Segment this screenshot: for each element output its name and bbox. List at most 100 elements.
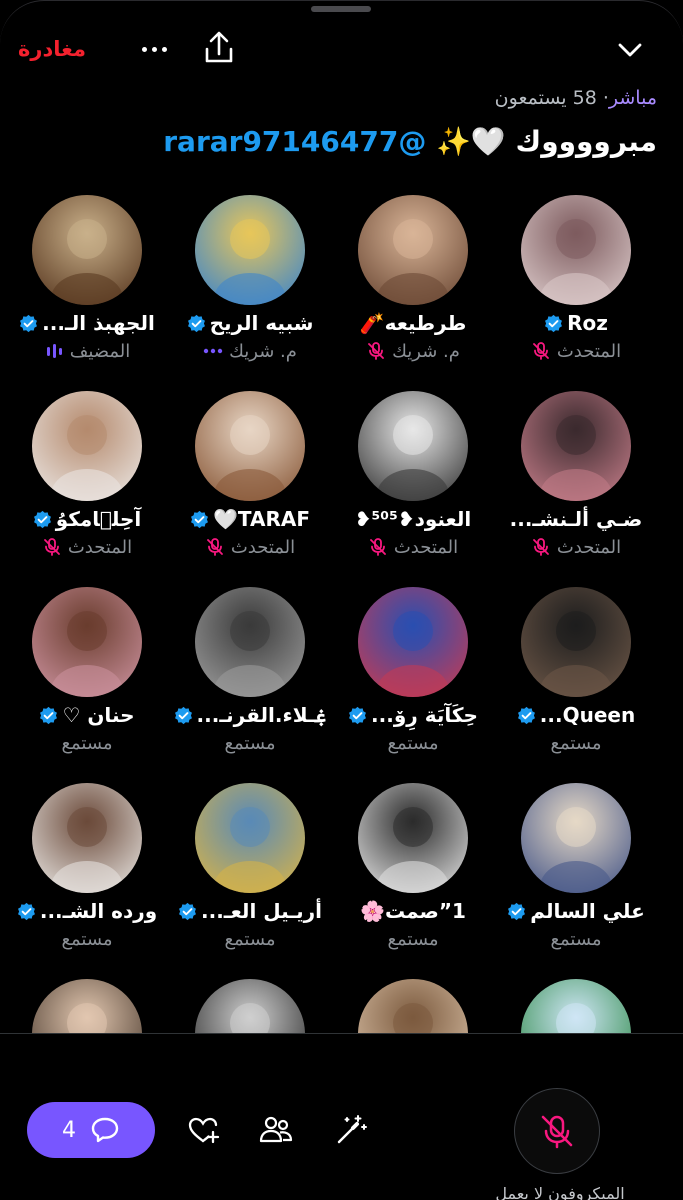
participant-name: الجهبذ الـ... bbox=[42, 311, 155, 335]
participant-card[interactable]: حِكَآيَة رِۆ... مستمع bbox=[332, 585, 494, 781]
participant-card[interactable]: Roz المتحدث bbox=[495, 193, 657, 389]
verified-badge-icon bbox=[33, 510, 51, 528]
participant-card[interactable]: أريـيل العـ... مستمع bbox=[169, 781, 331, 977]
verified-badge-icon bbox=[17, 902, 35, 920]
participant-name-row: آحِلۤامكوُ bbox=[6, 505, 168, 533]
avatar[interactable] bbox=[521, 979, 631, 1033]
verified-badge-icon bbox=[174, 706, 192, 724]
space-title-handle[interactable]: @rarar97146477 bbox=[163, 125, 426, 158]
share-icon[interactable] bbox=[200, 29, 238, 67]
participant-role-row: م. شريك bbox=[169, 339, 331, 363]
verified-badge-icon bbox=[508, 902, 526, 920]
participant-name: ضـي ألـنشـ... bbox=[509, 507, 643, 531]
participant-card[interactable]: ضـي ألـنشـ... المتحدث bbox=[495, 389, 657, 585]
verified-badge-icon bbox=[545, 314, 563, 332]
avatar[interactable] bbox=[32, 195, 142, 305]
participant-name-row: ورده الشـ... bbox=[6, 897, 168, 925]
participant-card[interactable]: ۼـلاء.القرنـ... مستمع bbox=[169, 585, 331, 781]
participant-card[interactable]: الجهبذ الـ... المضيف bbox=[6, 193, 168, 389]
participant-card[interactable] bbox=[332, 977, 494, 1033]
verified-badge-icon bbox=[191, 510, 208, 528]
participant-name-row: ضـي ألـنشـ... bbox=[495, 505, 657, 533]
participant-role: المتحدث bbox=[393, 536, 459, 558]
participant-name-row: حنان ♡ bbox=[6, 701, 168, 729]
avatar[interactable] bbox=[521, 783, 631, 893]
participant-role: المضيف bbox=[69, 340, 131, 362]
participant-card[interactable]: آحِلۤامكوُ المتحدث bbox=[6, 389, 168, 585]
participant-name: آحِلۤامكوُ bbox=[55, 507, 142, 531]
participant-card[interactable]: شبيه الريح م. شريك bbox=[169, 193, 331, 389]
participant-role-row: مستمع bbox=[6, 731, 168, 755]
avatar[interactable] bbox=[195, 391, 305, 501]
participant-role: مستمع bbox=[224, 928, 276, 950]
avatar[interactable] bbox=[358, 783, 468, 893]
avatar[interactable] bbox=[195, 783, 305, 893]
participant-card[interactable] bbox=[6, 977, 168, 1033]
participant-name: علي السالم bbox=[530, 899, 645, 923]
magic-wand-icon[interactable] bbox=[333, 1112, 369, 1148]
participant-card[interactable]: حنان ♡ مستمع bbox=[6, 585, 168, 781]
chat-bubble-icon bbox=[91, 1117, 119, 1143]
space-title: مبرووووك 🤍✨ @rarar97146477 bbox=[163, 125, 657, 158]
participant-role-row: مستمع bbox=[6, 927, 168, 951]
connecting-dots-icon bbox=[203, 348, 223, 354]
participant-name: شبيه الريح bbox=[209, 311, 314, 335]
participant-role-row: مستمع bbox=[495, 927, 657, 951]
avatar[interactable] bbox=[358, 587, 468, 697]
space-title-text: مبرووووك 🤍✨ bbox=[436, 125, 657, 158]
avatar[interactable] bbox=[195, 979, 305, 1033]
mic-off-icon bbox=[206, 538, 223, 556]
participant-card[interactable]: ورده الشـ... مستمع bbox=[6, 781, 168, 977]
mic-off-icon bbox=[532, 342, 549, 360]
participant-card[interactable]: علي السالم مستمع bbox=[495, 781, 657, 977]
microphone-button[interactable] bbox=[514, 1088, 600, 1174]
more-options-icon[interactable] bbox=[136, 35, 172, 63]
avatar[interactable] bbox=[195, 587, 305, 697]
participant-name: TARAF🤍 bbox=[213, 507, 311, 531]
participant-role-row: المتحدث bbox=[495, 535, 657, 559]
verified-badge-icon bbox=[517, 706, 535, 724]
participant-card[interactable]: Queen... مستمع bbox=[495, 585, 657, 781]
participant-role-row: مستمع bbox=[169, 927, 331, 951]
participant-card[interactable]: 1”صمت🌸 مستمع bbox=[332, 781, 494, 977]
avatar[interactable] bbox=[521, 391, 631, 501]
participant-role-row: مستمع bbox=[169, 731, 331, 755]
participant-name-row: الجهبذ الـ... bbox=[6, 309, 168, 337]
participant-card[interactable] bbox=[169, 977, 331, 1033]
participant-role-row: المتحدث bbox=[169, 535, 331, 559]
participant-role-row: مستمع bbox=[332, 927, 494, 951]
top-bar: مغادرة bbox=[0, 27, 683, 71]
avatar[interactable] bbox=[521, 587, 631, 697]
participant-name-row: شبيه الريح bbox=[169, 309, 331, 337]
mic-off-icon bbox=[43, 538, 60, 556]
leave-button[interactable]: مغادرة bbox=[18, 37, 86, 61]
avatar[interactable] bbox=[32, 783, 142, 893]
avatar[interactable] bbox=[32, 391, 142, 501]
participant-card[interactable]: طرطيعه🧨 م. شريك bbox=[332, 193, 494, 389]
avatar[interactable] bbox=[358, 195, 468, 305]
drag-handle[interactable] bbox=[311, 6, 371, 12]
avatar[interactable] bbox=[195, 195, 305, 305]
participant-name-row: 1”صمت🌸 bbox=[332, 897, 494, 925]
participant-name-row: حِكَآيَة رِۆ... bbox=[332, 701, 494, 729]
participant-name: 1”صمت🌸 bbox=[360, 899, 466, 923]
chat-button[interactable]: 4 bbox=[27, 1102, 155, 1158]
avatar[interactable] bbox=[32, 979, 142, 1033]
participant-name: Queen... bbox=[539, 703, 636, 727]
participant-role-row: مستمع bbox=[332, 731, 494, 755]
verified-badge-icon bbox=[40, 706, 58, 724]
participant-name: طرطيعه🧨 bbox=[359, 311, 467, 335]
avatar[interactable] bbox=[358, 979, 468, 1033]
chat-count: 4 bbox=[62, 1117, 76, 1143]
people-icon[interactable] bbox=[258, 1112, 294, 1148]
avatar[interactable] bbox=[32, 587, 142, 697]
avatar[interactable] bbox=[521, 195, 631, 305]
participant-name-row: ۼـلاء.القرنـ... bbox=[169, 701, 331, 729]
chevron-down-icon[interactable] bbox=[613, 33, 647, 67]
heart-plus-icon[interactable] bbox=[185, 1112, 221, 1148]
participant-card[interactable]: TARAF🤍 المتحدث bbox=[169, 389, 331, 585]
participant-role: مستمع bbox=[550, 928, 602, 950]
avatar[interactable] bbox=[358, 391, 468, 501]
participant-card[interactable] bbox=[495, 977, 657, 1033]
participant-card[interactable]: العنود❥⁵⁰⁵❥ المتحدث bbox=[332, 389, 494, 585]
